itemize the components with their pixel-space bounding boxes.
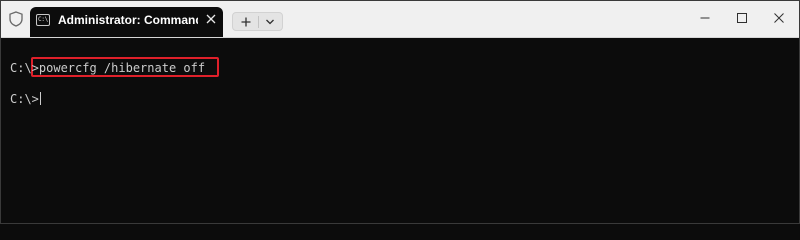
plus-icon[interactable] — [239, 15, 253, 29]
close-icon[interactable] — [203, 11, 219, 27]
close-icon[interactable] — [768, 9, 790, 27]
text-cursor — [39, 92, 41, 105]
shield-icon — [7, 10, 25, 28]
new-tab-split-button — [232, 12, 283, 31]
terminal-line: C:\> — [10, 91, 41, 107]
chevron-down-icon[interactable] — [263, 15, 277, 29]
terminal-window: C:\ Administrator: Command Pro — [0, 0, 800, 224]
terminal-line: C:\>powercfg /hibernate off — [10, 60, 205, 76]
command-text: powercfg /hibernate off — [38, 61, 206, 75]
tab-bar: C:\ Administrator: Command Pro — [1, 1, 799, 38]
cmd-icon: C:\ — [36, 14, 50, 26]
prompt: C:\> — [10, 92, 39, 106]
divider — [258, 16, 259, 28]
tab-command-prompt[interactable]: C:\ Administrator: Command Pro — [30, 7, 223, 37]
minimize-icon[interactable] — [694, 9, 716, 27]
tab-title: Administrator: Command Pro — [58, 13, 198, 27]
terminal-output[interactable]: C:\>powercfg /hibernate off C:\> — [1, 38, 799, 223]
maximize-icon[interactable] — [731, 9, 753, 27]
prompt: C:\> — [10, 61, 39, 75]
